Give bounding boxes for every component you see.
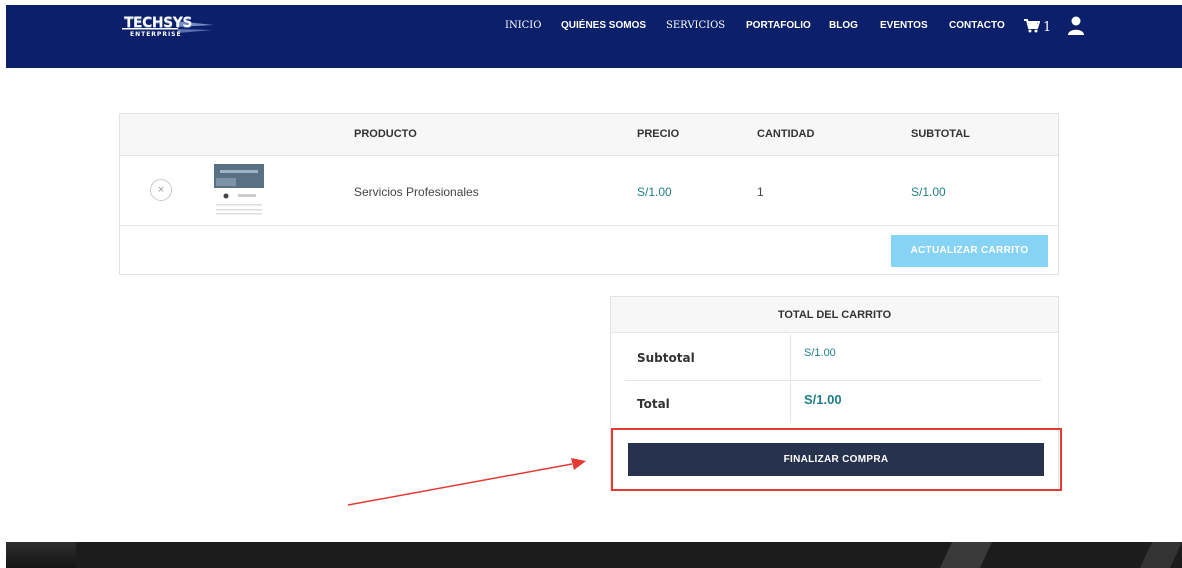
product-name-link[interactable]: Servicios Profesionales <box>354 185 479 199</box>
column-header-subtotal: SUBTOTAL <box>911 128 970 140</box>
footer-decoration <box>6 542 76 568</box>
footer-decoration <box>1139 542 1182 568</box>
update-cart-button[interactable]: ACTUALIZAR CARRITO <box>891 235 1048 267</box>
total-row: Total S/1.00 <box>625 381 1041 427</box>
nav-item-blog[interactable]: BLOG <box>829 20 858 31</box>
nav-item-servicios[interactable]: SERVICIOS <box>666 20 725 31</box>
cart-table-header: PRODUCTO PRECIO CANTIDAD SUBTOTAL <box>120 114 1058 156</box>
product-price: S/1.00 <box>637 185 672 199</box>
nav-item-contacto[interactable]: CONTACTO <box>949 20 1005 31</box>
subtotal-value: S/1.00 <box>804 347 836 359</box>
product-image-icon <box>214 164 264 215</box>
footer-decoration <box>939 542 993 568</box>
nav-item-eventos[interactable]: EVENTOS <box>880 20 928 31</box>
total-label: Total <box>637 397 670 411</box>
nav-item-quienes-somos[interactable]: QUIÉNES SOMOS <box>561 20 646 31</box>
cart-actions: ACTUALIZAR CARRITO <box>120 226 1058 274</box>
checkout-button[interactable]: FINALIZAR COMPRA <box>628 443 1044 476</box>
footer-banner <box>6 542 1182 568</box>
annotation-arrow-icon <box>347 458 586 506</box>
site-logo[interactable]: TECHSYS ENTERPRISE <box>116 13 216 43</box>
nav-item-inicio[interactable]: INICIO <box>505 20 541 31</box>
header-cart[interactable]: 1 <box>1024 19 1051 35</box>
subtotal-label: Subtotal <box>637 351 695 365</box>
nav-item-portafolio[interactable]: PORTAFOLIO <box>746 20 811 31</box>
logo-subtitle: ENTERPRISE <box>130 31 182 38</box>
remove-item-button[interactable]: × <box>150 179 172 201</box>
column-header-quantity: CANTIDAD <box>757 128 815 140</box>
cart-table: PRODUCTO PRECIO CANTIDAD SUBTOTAL × Serv… <box>119 113 1059 275</box>
user-account[interactable] <box>1067 16 1085 41</box>
site-header: TECHSYS ENTERPRISE INICIO QUIÉNES SOMOS … <box>6 5 1182 68</box>
column-header-product: PRODUCTO <box>354 128 417 140</box>
product-thumbnail[interactable] <box>214 164 264 216</box>
table-row: × Servicios Profesionales S/1.00 1 S/1.0… <box>120 156 1058 226</box>
user-icon <box>1068 16 1084 35</box>
subtotal-row: Subtotal S/1.00 <box>625 335 1041 381</box>
cart-totals: TOTAL DEL CARRITO Subtotal S/1.00 Total … <box>610 296 1062 491</box>
checkout-highlight-box: FINALIZAR COMPRA <box>611 428 1062 491</box>
column-header-price: PRECIO <box>637 128 680 140</box>
cart-icon <box>1024 19 1041 33</box>
product-subtotal: S/1.00 <box>911 185 946 199</box>
cart-totals-title: TOTAL DEL CARRITO <box>611 297 1058 333</box>
logo-title: TECHSYS <box>124 15 192 31</box>
quantity-field[interactable]: 1 <box>757 185 764 199</box>
total-value: S/1.00 <box>804 392 842 407</box>
cart-count: 1 <box>1043 20 1052 35</box>
